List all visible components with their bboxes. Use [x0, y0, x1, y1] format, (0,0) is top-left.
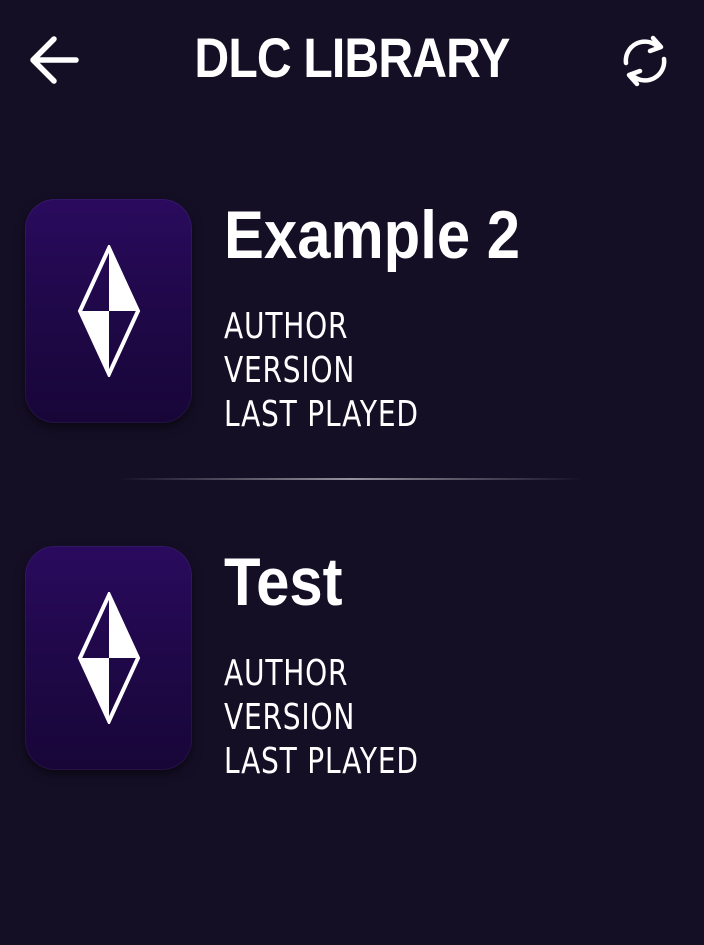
- dlc-thumbnail: [25, 546, 192, 770]
- dlc-meta: AUTHOR VERSION LAST PLAYED: [224, 305, 419, 437]
- refresh-icon: [623, 35, 667, 87]
- dlc-thumbnail: [25, 199, 192, 423]
- last-played-label: LAST PLAYED: [224, 394, 419, 435]
- dlc-item[interactable]: Example 2 AUTHOR VERSION LAST PLAYED: [0, 195, 704, 435]
- author-label: AUTHOR: [224, 306, 349, 347]
- dlc-meta: AUTHOR VERSION LAST PLAYED: [224, 652, 419, 784]
- dlc-list: Example 2 AUTHOR VERSION LAST PLAYED Tes…: [0, 195, 704, 782]
- diamond-icon: [77, 592, 140, 724]
- dlc-title: Test: [224, 544, 343, 620]
- divider: [118, 478, 584, 480]
- refresh-button[interactable]: [612, 28, 678, 94]
- dlc-title: Example 2: [224, 197, 521, 273]
- header: DLC LIBRARY: [0, 0, 704, 120]
- author-label: AUTHOR: [224, 653, 349, 694]
- diamond-icon: [77, 245, 140, 377]
- last-played-label: LAST PLAYED: [224, 741, 419, 782]
- version-label: VERSION: [224, 350, 356, 391]
- dlc-item[interactable]: Test AUTHOR VERSION LAST PLAYED: [0, 542, 704, 782]
- page-title: DLC LIBRARY: [194, 26, 510, 89]
- version-label: VERSION: [224, 697, 356, 738]
